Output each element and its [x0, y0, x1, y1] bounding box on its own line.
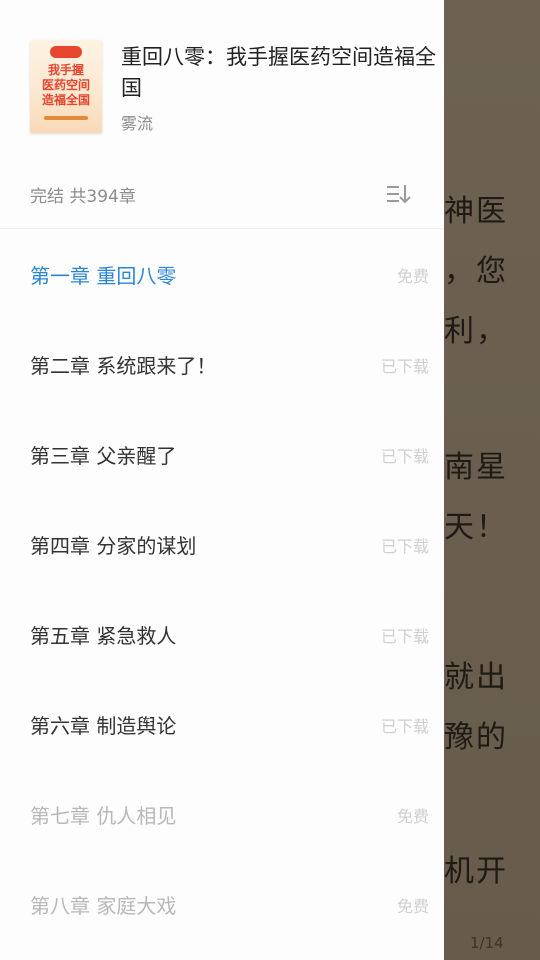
cover-line-1: 我手握: [48, 62, 84, 77]
divider: [0, 228, 444, 229]
chapter-drawer: 我手握 医药空间 造福全国 重回八零：我手握医药空间造福全国 雾流 完结 共39…: [0, 0, 444, 960]
chapter-status: 已下载: [380, 357, 429, 376]
chapter-title: 第七章 仇人相见: [30, 804, 177, 828]
chapter-title: 第一章 重回八零: [30, 264, 177, 288]
chapter-status: 已下载: [380, 627, 429, 646]
reader-text-line: 神医: [444, 194, 508, 229]
chapter-title: 第八章 家庭大戏: [30, 894, 177, 918]
book-header[interactable]: 我手握 医药空间 造福全国 重回八零：我手握医药空间造福全国 雾流: [0, 0, 444, 160]
reader-text-line: 天！: [444, 510, 508, 545]
chapter-status: 免费: [396, 807, 429, 826]
chapter-title: 第四章 分家的谋划: [30, 534, 197, 558]
chapter-item[interactable]: 第三章 父亲醒了 已下载: [0, 410, 444, 500]
chapter-item[interactable]: 第二章 系统跟来了！ 已下载: [0, 320, 444, 410]
reader-text-line: 南星: [444, 450, 508, 485]
reader-text-line: 就出: [444, 660, 508, 695]
book-status: 完结 共394章: [30, 187, 136, 207]
chapter-item[interactable]: 第一章 重回八零 免费: [0, 230, 444, 320]
cover-footer: [44, 116, 88, 120]
chapter-title: 第三章 父亲醒了: [30, 444, 177, 468]
reader-text-line: 机开: [444, 854, 508, 889]
reader-text-line: 利，: [444, 314, 508, 349]
cover-line-2: 医药空间: [42, 77, 90, 92]
reader-text-line: 豫的: [444, 720, 508, 755]
chapter-status: 已下载: [380, 447, 429, 466]
chapter-title: 第二章 系统跟来了！: [30, 354, 217, 378]
chapter-item[interactable]: 第六章 制造舆论 已下载: [0, 680, 444, 770]
chapter-status: 已下载: [380, 537, 429, 556]
book-title: 重回八零：我手握医药空间造福全国: [121, 45, 436, 100]
cover-tag: [50, 46, 82, 58]
sort-order-icon[interactable]: [384, 180, 416, 208]
chapter-item[interactable]: 第五章 紧急救人 已下载: [0, 590, 444, 680]
chapter-item[interactable]: 第七章 仇人相见 免费: [0, 770, 444, 860]
chapter-status-row: 完结 共394章: [0, 168, 444, 224]
chapter-status: 已下载: [380, 717, 429, 736]
book-cover: 我手握 医药空间 造福全国: [30, 40, 102, 133]
book-author: 雾流: [121, 114, 154, 133]
cover-title-art: 我手握 医药空间 造福全国: [42, 62, 90, 107]
chapter-item[interactable]: 第四章 分家的谋划 已下载: [0, 500, 444, 590]
page-indicator: 1/14: [470, 934, 504, 952]
chapter-status: 免费: [396, 897, 429, 916]
chapter-title: 第六章 制造舆论: [30, 714, 177, 738]
cover-line-3: 造福全国: [42, 92, 90, 107]
chapter-status: 免费: [396, 267, 429, 286]
reader-text-line: ，您: [444, 254, 508, 289]
chapter-list: 第一章 重回八零 免费 第二章 系统跟来了！ 已下载 第三章 父亲醒了 已下载 …: [0, 230, 444, 950]
chapter-title: 第五章 紧急救人: [30, 624, 177, 648]
chapter-item[interactable]: 第八章 家庭大戏 免费: [0, 860, 444, 950]
